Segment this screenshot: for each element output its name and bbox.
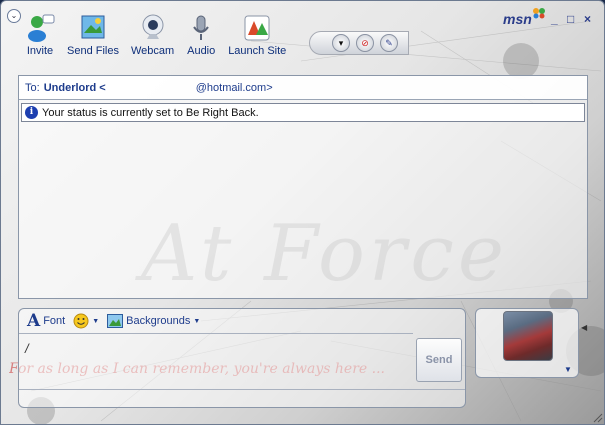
msn-logo: msn xyxy=(503,8,545,27)
launch-site-label: Launch Site xyxy=(228,45,287,57)
block-icon[interactable]: ⊘ xyxy=(356,34,374,52)
invite-icon xyxy=(28,14,55,42)
close-button[interactable]: × xyxy=(584,13,591,25)
conversation-pane: To: Underlord < @hotmail.com> i Your sta… xyxy=(18,75,588,299)
chevron-down-icon[interactable]: ▼ xyxy=(564,365,572,374)
quick-action-bar: ▾ ⊘ ✎ xyxy=(309,31,409,55)
pen-icon[interactable]: ✎ xyxy=(380,34,398,52)
window-menu-button[interactable]: ⌄ xyxy=(7,9,21,23)
status-bar: i Your status is currently set to Be Rig… xyxy=(21,103,585,122)
audio-label: Audio xyxy=(187,45,216,57)
message-input[interactable]: / xyxy=(19,333,413,389)
chevron-down-icon: ▼ xyxy=(92,317,100,325)
send-files-button[interactable]: Send Files xyxy=(67,13,119,63)
chevron-left-icon[interactable]: ◀ xyxy=(581,323,587,332)
to-label: To: xyxy=(25,81,40,94)
msn-butterfly-icon xyxy=(533,8,545,19)
minimize-button[interactable]: _ xyxy=(551,13,558,25)
audio-icon xyxy=(193,15,210,40)
webcam-icon xyxy=(142,14,164,39)
emoticon-button[interactable]: ▼ xyxy=(73,313,99,329)
display-picture[interactable] xyxy=(503,311,553,361)
input-footer xyxy=(19,389,465,407)
info-icon: i xyxy=(25,106,38,119)
display-picture-panel: ▼ xyxy=(475,308,579,378)
resize-grip-icon[interactable] xyxy=(591,411,603,423)
contact-name[interactable]: Underlord < xyxy=(44,82,106,94)
font-label: Font xyxy=(43,315,66,327)
invite-label: Invite xyxy=(26,45,54,57)
toolbar: Invite Send Files Webcam Audio Launch Si… xyxy=(25,13,298,63)
maximize-button[interactable]: □ xyxy=(567,13,574,25)
backgrounds-icon xyxy=(107,314,124,328)
invite-button[interactable]: Invite xyxy=(25,13,55,63)
to-row: To: Underlord < @hotmail.com> xyxy=(19,76,587,100)
conversation-window: At Force For as long as I can remember, … xyxy=(0,0,605,425)
message-input-text: / xyxy=(25,341,29,356)
expand-icon[interactable]: ▾ xyxy=(332,34,350,52)
send-files-icon xyxy=(81,15,105,39)
backgrounds-button[interactable]: Backgrounds ▼ xyxy=(107,314,200,328)
launch-site-icon xyxy=(244,15,270,41)
format-bar: A Font ▼ Backgrounds ▼ xyxy=(19,309,465,333)
send-button[interactable]: Send xyxy=(416,338,462,382)
backgrounds-label: Backgrounds xyxy=(126,315,191,327)
font-button[interactable]: A Font xyxy=(27,311,65,331)
smiley-icon xyxy=(73,313,89,329)
font-icon: A xyxy=(27,311,41,331)
webcam-label: Webcam xyxy=(130,45,175,57)
chevron-down-icon: ▼ xyxy=(193,317,201,325)
audio-button[interactable]: Audio xyxy=(186,13,216,63)
send-files-label: Send Files xyxy=(67,45,119,57)
contact-email: @hotmail.com> xyxy=(195,81,273,94)
status-message: Your status is currently set to Be Right… xyxy=(42,106,259,119)
input-pane: A Font ▼ Backgrounds ▼ / Send xyxy=(18,308,466,408)
msn-logo-text: msn xyxy=(503,11,532,27)
launch-site-button[interactable]: Launch Site xyxy=(228,13,286,63)
webcam-button[interactable]: Webcam xyxy=(131,13,174,63)
